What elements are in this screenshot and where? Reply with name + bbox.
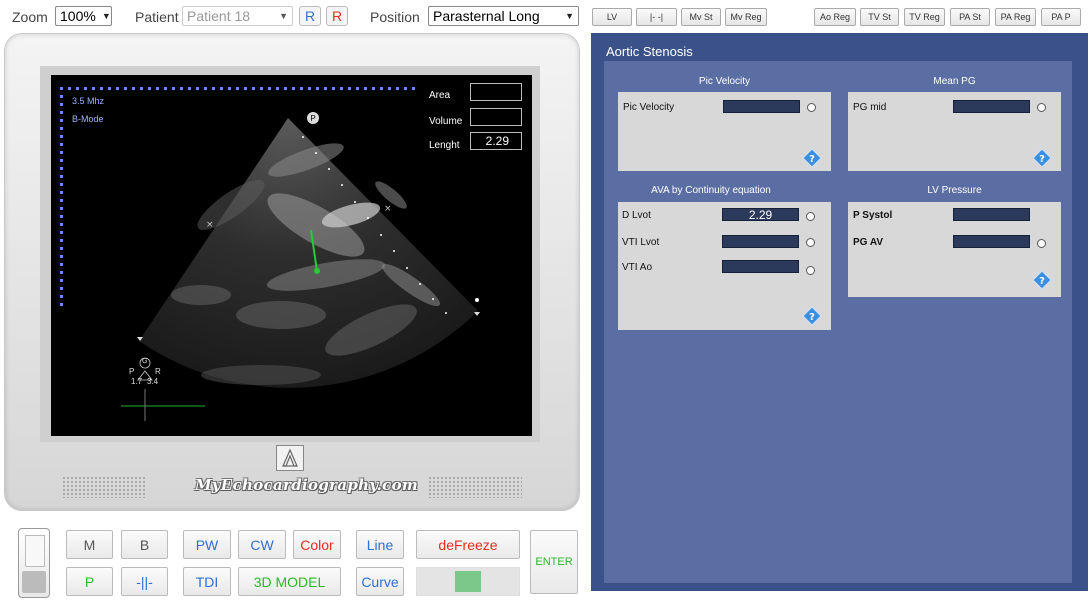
p-systol-label: P Systol xyxy=(853,210,893,221)
help-icon[interactable]: ? xyxy=(1033,271,1051,289)
area-label: Area xyxy=(429,90,451,101)
zoom-label: Zoom xyxy=(12,9,48,25)
speaker-left xyxy=(62,476,146,498)
position-value: Parasternal Long xyxy=(433,8,540,24)
view-button-pa-reg[interactable]: PA Reg xyxy=(995,8,1036,26)
chevron-down-icon: ▼ xyxy=(565,11,574,21)
svg-text:?: ? xyxy=(809,154,815,165)
probe-icon[interactable] xyxy=(18,528,50,598)
lv-pressure-heading: LV Pressure xyxy=(927,185,982,196)
pg-mid-radio[interactable] xyxy=(1037,103,1046,112)
measurement-handle[interactable] xyxy=(314,268,320,274)
length-label: Lenght xyxy=(429,140,460,151)
pg-av-radio[interactable] xyxy=(1037,239,1046,248)
position-select[interactable]: Parasternal Long ▼ xyxy=(428,6,579,26)
pw-button[interactable]: PW xyxy=(183,530,231,559)
logo-icon xyxy=(276,445,304,471)
orientation-right-value: 3.4 xyxy=(147,377,159,386)
patient-value: Patient 18 xyxy=(187,8,251,24)
ava-heading: AVA by Continuity equation xyxy=(651,185,771,196)
svg-text:?: ? xyxy=(809,312,815,323)
vti-ao-label: VTI Ao xyxy=(622,262,653,273)
zoom-select[interactable]: 100% ▼ xyxy=(55,6,112,26)
vti-lvot-radio[interactable] xyxy=(806,238,815,247)
focus-marker-right: × xyxy=(384,204,392,214)
patient-select[interactable]: Patient 18 ▼ xyxy=(182,6,293,26)
pg-mid-label: PG mid xyxy=(853,102,887,113)
ultrasound-image: × × xyxy=(60,87,480,421)
orientation-left-value: 1.7 xyxy=(131,377,143,386)
pic-velocity-radio[interactable] xyxy=(807,103,816,112)
patient-label: Patient xyxy=(135,9,179,25)
pg-av-label: PG AV xyxy=(853,237,884,248)
view-button-pa-st[interactable]: PA St xyxy=(950,8,990,26)
mode-text: B-Mode xyxy=(72,114,104,124)
gain-slider-handle[interactable] xyxy=(455,571,481,592)
view-button-lv[interactable]: LV xyxy=(592,8,632,26)
area-field xyxy=(470,83,522,101)
color-button[interactable]: Color xyxy=(293,530,341,559)
pg-mid-field[interactable] xyxy=(953,100,1030,113)
enter-button[interactable]: ENTER xyxy=(530,530,578,594)
speaker-right xyxy=(428,476,522,498)
view-button-mv-st[interactable]: Mv St xyxy=(681,8,721,26)
svg-text:?: ? xyxy=(1039,154,1045,165)
orientation-r: R xyxy=(155,367,161,376)
d-lvot-radio[interactable] xyxy=(806,212,815,221)
help-icon[interactable]: ? xyxy=(803,149,821,167)
position-label: Position xyxy=(370,9,420,25)
brand-text: MyEchocardiography.com xyxy=(195,476,419,494)
vti-ao-field[interactable] xyxy=(722,260,799,273)
pic-velocity-heading: Pic Velocity xyxy=(698,76,751,87)
3d-model-button[interactable]: 3D MODEL xyxy=(238,567,341,596)
p-systol-field[interactable] xyxy=(953,208,1030,221)
view-button-ao-reg[interactable]: Ao Reg xyxy=(814,8,856,26)
frequency-text: 3.5 Mhz xyxy=(72,96,105,106)
p-button[interactable]: P xyxy=(66,567,113,596)
orientation-p: P xyxy=(129,367,135,376)
pic-velocity-field[interactable] xyxy=(723,100,800,113)
m-mode-button[interactable]: M xyxy=(66,530,113,559)
reset-blue-button[interactable]: R xyxy=(299,6,321,26)
vti-ao-radio[interactable] xyxy=(806,266,815,275)
view-button-pa-p[interactable]: PA P xyxy=(1041,8,1081,26)
tdi-button[interactable]: TDI xyxy=(183,567,231,596)
cw-button[interactable]: CW xyxy=(238,530,286,559)
vti-lvot-field[interactable] xyxy=(722,235,799,248)
pg-av-field[interactable] xyxy=(953,235,1030,248)
help-icon[interactable]: ? xyxy=(1033,149,1051,167)
probe-marker: P xyxy=(307,112,319,124)
zoom-value: 100% xyxy=(60,8,96,24)
orientation-g: G xyxy=(142,358,148,365)
volume-field xyxy=(470,108,522,126)
volume-label: Volume xyxy=(429,116,463,127)
d-lvot-label: D Lvot xyxy=(622,210,651,221)
reset-red-button[interactable]: R xyxy=(326,6,348,26)
gain-slider[interactable] xyxy=(416,567,520,596)
sector-end-marker-right xyxy=(474,312,480,316)
view-button-tv-st[interactable]: TV St xyxy=(860,8,899,26)
help-icon[interactable]: ? xyxy=(803,307,821,325)
view-button-tv-reg[interactable]: TV Reg xyxy=(904,8,945,26)
panel-title: Aortic Stenosis xyxy=(606,44,693,59)
view-button-mv-reg[interactable]: Mv Reg xyxy=(725,8,767,26)
ultrasound-screen[interactable]: × × 3.5 Mhz B-Mode Area Volume Lenght 2.… xyxy=(51,75,532,436)
svg-text:?: ? xyxy=(1039,276,1045,287)
vti-lvot-label: VTI Lvot xyxy=(622,237,660,248)
mean-pg-heading: Mean PG xyxy=(933,76,976,87)
d-lvot-field[interactable]: 2.29 xyxy=(722,208,799,222)
length-field: 2.29 xyxy=(470,132,522,150)
pic-velocity-label: Pic Velocity xyxy=(623,102,675,113)
line-button[interactable]: Line xyxy=(356,530,404,559)
chevron-down-icon: ▼ xyxy=(279,11,288,21)
chevron-down-icon: ▼ xyxy=(101,11,111,21)
focus-marker-left: × xyxy=(206,220,214,230)
split-button[interactable]: -||- xyxy=(121,567,168,596)
defreeze-button[interactable]: deFreeze xyxy=(416,530,520,559)
view-button-caliper[interactable]: |- -| xyxy=(636,8,677,26)
curve-button[interactable]: Curve xyxy=(356,567,404,596)
b-mode-button[interactable]: B xyxy=(121,530,168,559)
